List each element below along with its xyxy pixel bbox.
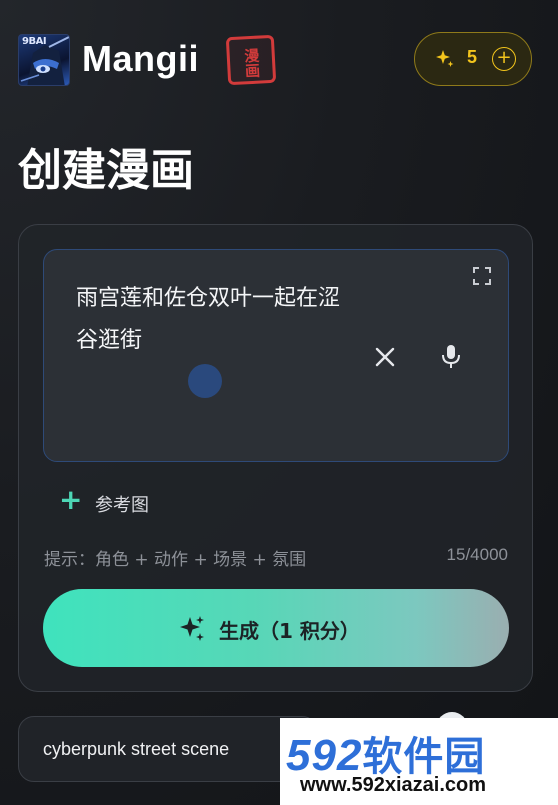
prompt-text[interactable]: 雨宫莲和佐仓双叶一起在涩谷逛街 bbox=[76, 278, 346, 362]
expand-icon[interactable] bbox=[472, 266, 492, 286]
manga-stamp: 漫画 bbox=[225, 34, 277, 86]
sparkle-icon bbox=[436, 50, 454, 67]
sparkle-icon bbox=[180, 616, 204, 641]
microphone-icon[interactable] bbox=[440, 344, 462, 370]
prompt-input[interactable]: 雨宫莲和佐仓双叶一起在涩谷逛街 bbox=[43, 249, 509, 462]
reference-label: 参考图 bbox=[95, 495, 149, 516]
credits-count: 5 bbox=[467, 47, 478, 67]
site-watermark: 592软件园 www.592xiazai.com bbox=[280, 718, 558, 805]
touch-indicator bbox=[188, 364, 222, 398]
add-credits-button[interactable]: + bbox=[492, 47, 516, 71]
watermark-url: www.592xiazai.com bbox=[300, 774, 487, 796]
suggestion-label: cyberpunk street scene bbox=[43, 739, 230, 759]
close-icon[interactable] bbox=[374, 346, 396, 368]
watermark-number: 592 bbox=[286, 731, 363, 780]
char-counter: 15/4000 bbox=[446, 545, 508, 564]
app-logo[interactable]: 9BAI bbox=[18, 34, 70, 86]
credits-badge[interactable]: 5 + bbox=[414, 32, 532, 86]
create-card: 雨宫莲和佐仓双叶一起在涩谷逛街 + 参考图 提示：角色 + 动作 + 场景 + … bbox=[18, 224, 533, 692]
generate-button[interactable]: 生成（1 积分） bbox=[43, 589, 509, 667]
suggestion-chip[interactable]: cyberpunk street scene bbox=[18, 716, 318, 782]
app-title: Mangii bbox=[82, 38, 199, 79]
watermark-cn: 软件园 bbox=[362, 735, 486, 779]
app-header: 9BAI Mangii 漫画 5 + bbox=[18, 32, 532, 88]
plus-icon: + bbox=[59, 483, 83, 516]
prompt-hint: 提示：角色 + 动作 + 场景 + 氛围 bbox=[44, 550, 307, 570]
generate-label: 生成（1 积分） bbox=[219, 619, 360, 643]
page-title: 创建漫画 bbox=[18, 145, 194, 196]
logo-tag: 9BAI bbox=[22, 36, 47, 47]
stamp-text: 漫画 bbox=[241, 47, 262, 79]
